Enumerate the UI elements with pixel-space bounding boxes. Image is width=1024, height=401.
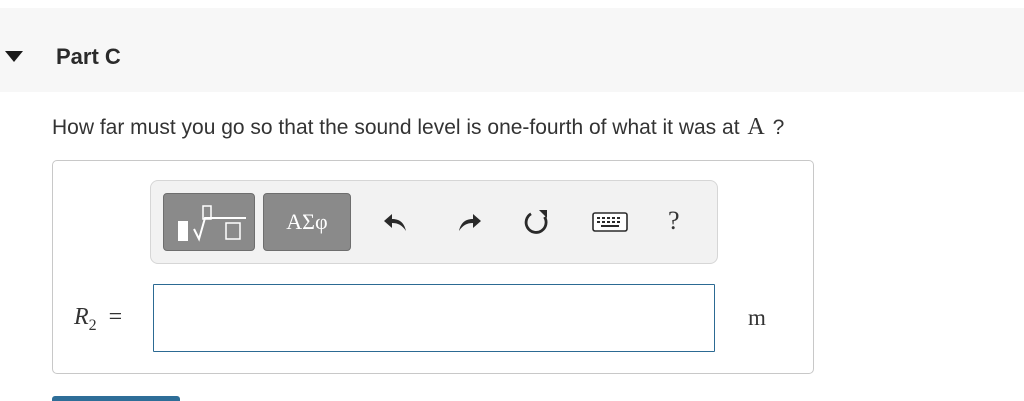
variable-subscript: 2 bbox=[88, 316, 97, 334]
submit-button[interactable] bbox=[52, 396, 180, 401]
keyboard-icon[interactable] bbox=[590, 205, 630, 239]
variable-symbol: R bbox=[74, 304, 89, 330]
help-button[interactable]: ? bbox=[668, 206, 680, 236]
answer-input[interactable] bbox=[153, 284, 715, 352]
question-symbol: A bbox=[747, 114, 765, 140]
part-header[interactable]: Part C bbox=[0, 8, 1024, 92]
templates-button[interactable] bbox=[163, 193, 255, 251]
templates-icon bbox=[178, 205, 246, 242]
reset-icon[interactable] bbox=[520, 205, 554, 239]
unit-label: m bbox=[748, 305, 766, 330]
question-text-main: How far must you go so that the sound le… bbox=[52, 116, 740, 139]
greek-symbols-button[interactable]: ΑΣφ bbox=[263, 193, 351, 251]
question-mark: ? bbox=[772, 116, 785, 139]
answer-variable-label: R2 = bbox=[74, 304, 122, 335]
redo-icon[interactable] bbox=[451, 205, 485, 239]
equals-sign: = bbox=[108, 304, 123, 330]
part-title: Part C bbox=[56, 44, 121, 69]
collapse-caret-icon[interactable] bbox=[5, 51, 23, 62]
undo-icon[interactable] bbox=[380, 205, 414, 239]
question-text: How far must you go so that the sound le… bbox=[52, 114, 784, 141]
